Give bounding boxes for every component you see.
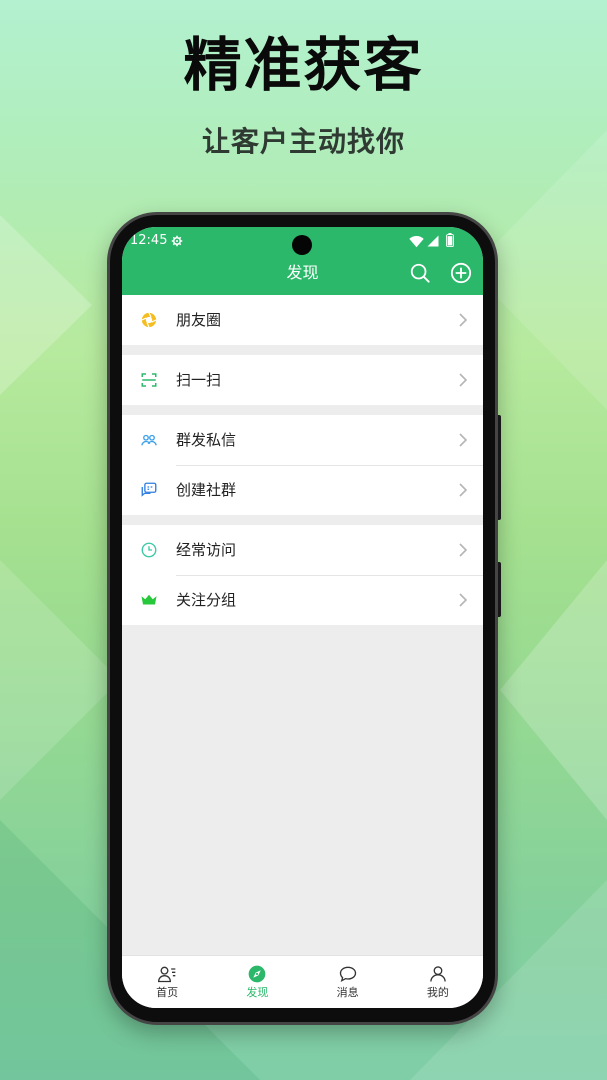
nav-item-discover[interactable]: 发现 [212,956,302,1008]
menu-item-follow-groups[interactable]: 关注分组 [122,575,483,625]
nav-label: 发现 [246,986,269,999]
search-button[interactable] [409,262,431,284]
nav-label: 我的 [426,986,449,999]
chevron-right-icon [458,592,468,608]
menu-item-label: 扫一扫 [176,371,222,389]
profile-icon [428,964,448,984]
chevron-right-icon [458,542,468,558]
promo-subheadline: 让客户主动找你 [201,125,405,158]
menu-item-label: 关注分组 [176,591,237,609]
menu-item-label: 朋友圈 [176,311,222,329]
chat-icon [338,964,358,984]
menu-item-frequent-visits[interactable]: 经常访问 [122,525,483,575]
scan-icon [140,371,158,389]
menu-item-label: 创建社群 [176,481,237,499]
menu-item-create-community[interactable]: 创建社群 [122,465,483,515]
create-community-icon [140,481,158,499]
crown-icon [140,591,158,609]
app-header: 12:45 发现 [122,227,483,295]
nav-label: 消息 [336,986,359,999]
chevron-right-icon [458,432,468,448]
menu-group: 朋友圈 [122,295,483,345]
battery-icon [446,233,454,247]
discover-menu: 朋友圈 扫一扫 群发私信 创建社群 经常访问 关注分组 [122,295,483,635]
compass-icon [247,964,267,984]
bottom-nav: 首页 发现 消息 我的 [122,955,483,1008]
add-button[interactable] [450,262,472,284]
front-camera [292,235,312,255]
phone-screen: 12:45 发现 朋友圈 扫一扫 群发私信 创建社群 经常访问 关注分组 首页 … [122,227,483,1008]
phone-frame: 12:45 发现 朋友圈 扫一扫 群发私信 创建社群 经常访问 关注分组 首页 … [107,212,498,1025]
menu-group: 群发私信 创建社群 [122,415,483,515]
promo-headline: 精准获客 [183,31,424,99]
add-circle-icon [450,262,472,284]
moments-icon [140,311,158,329]
wifi-icon [409,234,424,248]
menu-item-group-message[interactable]: 群发私信 [122,415,483,465]
status-bar: 12:45 [122,227,483,257]
clock-icon [140,541,158,559]
menu-item-moments[interactable]: 朋友圈 [122,295,483,345]
signal-icon [427,235,439,247]
search-icon [409,262,431,284]
menu-group: 扫一扫 [122,355,483,405]
settings-icon [171,235,183,247]
status-time: 12:45 [130,233,168,248]
nav-label: 首页 [156,986,179,999]
menu-item-label: 群发私信 [176,431,237,449]
menu-item-scan[interactable]: 扫一扫 [122,355,483,405]
chevron-right-icon [458,312,468,328]
menu-item-label: 经常访问 [176,541,237,559]
nav-item-home[interactable]: 首页 [122,956,212,1008]
chevron-right-icon [458,482,468,498]
chevron-right-icon [458,372,468,388]
nav-item-messages[interactable]: 消息 [303,956,393,1008]
nav-item-profile[interactable]: 我的 [393,956,483,1008]
contacts-icon [157,964,177,984]
group-message-icon [140,431,158,449]
menu-group: 经常访问 关注分组 [122,525,483,625]
